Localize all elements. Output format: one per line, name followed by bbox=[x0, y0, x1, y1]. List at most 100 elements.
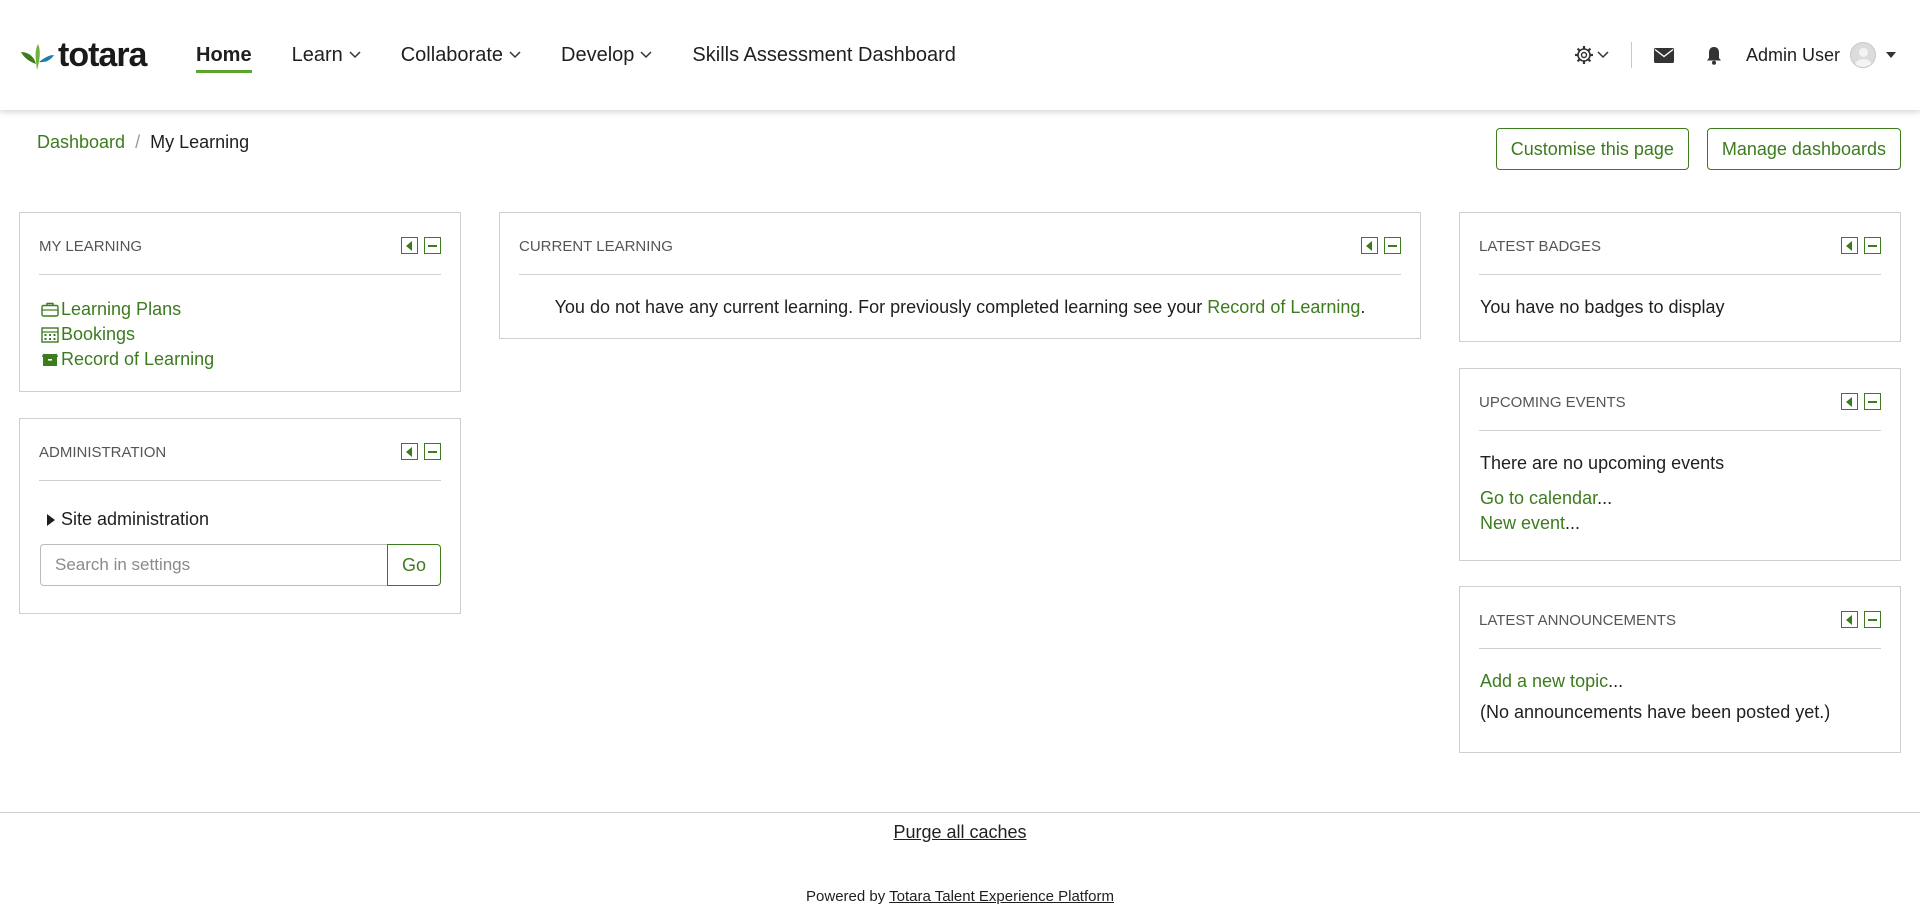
block-upcoming-events: UPCOMING EVENTS There are no upcoming ev… bbox=[1459, 368, 1901, 561]
messages-button[interactable] bbox=[1653, 47, 1674, 63]
user-menu-caret-icon[interactable] bbox=[1886, 52, 1896, 58]
collapse-block-icon[interactable] bbox=[424, 443, 441, 460]
block-title: MY LEARNING bbox=[39, 238, 143, 255]
collapse-block-icon[interactable] bbox=[1864, 611, 1881, 628]
go-to-calendar-link[interactable]: Go to calendar bbox=[1480, 488, 1597, 508]
site-administration-label: Site administration bbox=[61, 509, 210, 529]
block-title: ADMINISTRATION bbox=[39, 444, 167, 461]
breadcrumb-current: My Learning bbox=[150, 132, 250, 152]
list-item: Learning Plans bbox=[41, 297, 441, 322]
logo-text: totara bbox=[58, 36, 147, 74]
block-body: You have no badges to display bbox=[1460, 275, 1900, 318]
avatar[interactable] bbox=[1850, 42, 1876, 68]
envelope-icon bbox=[1653, 47, 1674, 63]
block-header: ADMINISTRATION bbox=[39, 419, 441, 481]
collapse-block-icon[interactable] bbox=[1864, 237, 1881, 254]
chevron-down-icon bbox=[1597, 51, 1609, 59]
bookings-link[interactable]: Bookings bbox=[61, 324, 135, 345]
block-my-learning: MY LEARNING Learning Plans Bookings Reco… bbox=[19, 212, 461, 392]
block-latest-badges: LATEST BADGES You have no badges to disp… bbox=[1459, 212, 1901, 342]
block-controls bbox=[1835, 393, 1881, 410]
page-actions: Customise this page Manage dashboards bbox=[1478, 128, 1901, 170]
footer-divider bbox=[0, 812, 1920, 813]
no-badges-text: You have no badges to display bbox=[1480, 297, 1725, 317]
add-new-topic-link[interactable]: Add a new topic bbox=[1480, 671, 1608, 691]
new-event-link[interactable]: New event bbox=[1480, 513, 1565, 533]
customise-page-button[interactable]: Customise this page bbox=[1495, 128, 1689, 170]
dock-block-icon[interactable] bbox=[401, 443, 418, 460]
purge-all-caches-link[interactable]: Purge all caches bbox=[893, 822, 1026, 842]
block-header: CURRENT LEARNING bbox=[519, 213, 1401, 275]
block-controls bbox=[395, 237, 441, 254]
current-learning-message: You do not have any current learning. Fo… bbox=[519, 275, 1401, 318]
no-announcements-text: (No announcements have been posted yet.) bbox=[1480, 702, 1831, 722]
no-events-text: There are no upcoming events bbox=[1480, 453, 1725, 473]
block-body: There are no upcoming events Go to calen… bbox=[1460, 431, 1900, 538]
settings-search: Go bbox=[40, 544, 441, 586]
header-actions: Admin User bbox=[1574, 0, 1896, 110]
block-header: UPCOMING EVENTS bbox=[1479, 369, 1881, 431]
top-navbar: totara Home Learn Collaborate Develop Sk… bbox=[0, 0, 1920, 110]
block-title: LATEST BADGES bbox=[1479, 238, 1601, 255]
block-body: Site administration Go bbox=[20, 481, 460, 586]
chevron-down-icon bbox=[349, 51, 361, 59]
block-title: LATEST ANNOUNCEMENTS bbox=[1479, 612, 1676, 629]
add-topic-line: Add a new topic... bbox=[1479, 649, 1881, 692]
gear-icon bbox=[1574, 46, 1593, 64]
record-of-learning-link[interactable]: Record of Learning bbox=[61, 349, 214, 370]
nav-collaborate[interactable]: Collaborate bbox=[401, 35, 521, 75]
dock-block-icon[interactable] bbox=[1841, 393, 1858, 410]
bell-icon bbox=[1706, 46, 1721, 65]
powered-by: Powered by Totara Talent Experience Plat… bbox=[0, 888, 1920, 905]
nav-collaborate-label: Collaborate bbox=[400, 43, 504, 66]
message-period: . bbox=[1360, 297, 1366, 317]
ellipsis: ... bbox=[1597, 488, 1613, 508]
nav-skills-label: Skills Assessment Dashboard bbox=[692, 43, 956, 66]
nav-home[interactable]: Home bbox=[196, 35, 252, 75]
chevron-down-icon bbox=[640, 51, 652, 59]
learning-plans-link[interactable]: Learning Plans bbox=[61, 299, 181, 320]
my-learning-links: Learning Plans Bookings Record of Learni… bbox=[39, 275, 441, 372]
block-current-learning: CURRENT LEARNING You do not have any cur… bbox=[499, 212, 1421, 339]
nav-learn[interactable]: Learn bbox=[292, 35, 361, 75]
dock-block-icon[interactable] bbox=[1841, 611, 1858, 628]
breadcrumb-dashboard-link[interactable]: Dashboard bbox=[37, 132, 125, 153]
chevron-down-icon bbox=[509, 51, 521, 59]
totara-platform-link[interactable]: Totara Talent Experience Platform bbox=[889, 888, 1114, 905]
block-controls bbox=[395, 443, 441, 460]
block-header: LATEST BADGES bbox=[1479, 213, 1881, 275]
collapse-block-icon[interactable] bbox=[424, 237, 441, 254]
collapse-block-icon[interactable] bbox=[1864, 393, 1881, 410]
user-name[interactable]: Admin User bbox=[1746, 45, 1840, 66]
nav-develop[interactable]: Develop bbox=[561, 35, 652, 75]
nav-learn-label: Learn bbox=[291, 43, 343, 66]
settings-search-input[interactable] bbox=[40, 544, 387, 586]
collapse-block-icon[interactable] bbox=[1384, 237, 1401, 254]
footer-purge: Purge all caches bbox=[0, 822, 1920, 843]
nav-home-label: Home bbox=[196, 43, 252, 66]
dock-block-icon[interactable] bbox=[401, 237, 418, 254]
list-item: Record of Learning bbox=[41, 347, 441, 372]
totara-logo[interactable]: totara bbox=[20, 36, 147, 75]
block-controls bbox=[1835, 237, 1881, 254]
block-controls bbox=[1835, 611, 1881, 628]
block-header: MY LEARNING bbox=[39, 213, 441, 275]
breadcrumb: Dashboard / My Learning bbox=[37, 132, 249, 153]
block-administration: ADMINISTRATION Site administration Go bbox=[19, 418, 461, 614]
nav-skills-assessment-dashboard[interactable]: Skills Assessment Dashboard bbox=[692, 35, 955, 75]
new-event-link-line: New event... bbox=[1479, 513, 1881, 538]
notifications-button[interactable] bbox=[1706, 46, 1722, 65]
ellipsis: ... bbox=[1565, 513, 1581, 533]
dock-block-icon[interactable] bbox=[1361, 237, 1378, 254]
block-title: CURRENT LEARNING bbox=[519, 238, 673, 255]
manage-dashboards-button[interactable]: Manage dashboards bbox=[1706, 128, 1901, 170]
dock-block-icon[interactable] bbox=[1841, 237, 1858, 254]
calendar-link-line: Go to calendar... bbox=[1479, 488, 1881, 513]
settings-search-go-button[interactable]: Go bbox=[387, 544, 441, 586]
settings-menu[interactable] bbox=[1574, 45, 1609, 65]
record-of-learning-inline-link[interactable]: Record of Learning bbox=[1207, 297, 1360, 317]
expand-arrow-icon bbox=[47, 513, 55, 526]
nav-develop-label: Develop bbox=[561, 43, 635, 66]
site-administration-node[interactable]: Site administration bbox=[39, 481, 441, 530]
block-body: Learning Plans Bookings Record of Learni… bbox=[20, 275, 460, 372]
